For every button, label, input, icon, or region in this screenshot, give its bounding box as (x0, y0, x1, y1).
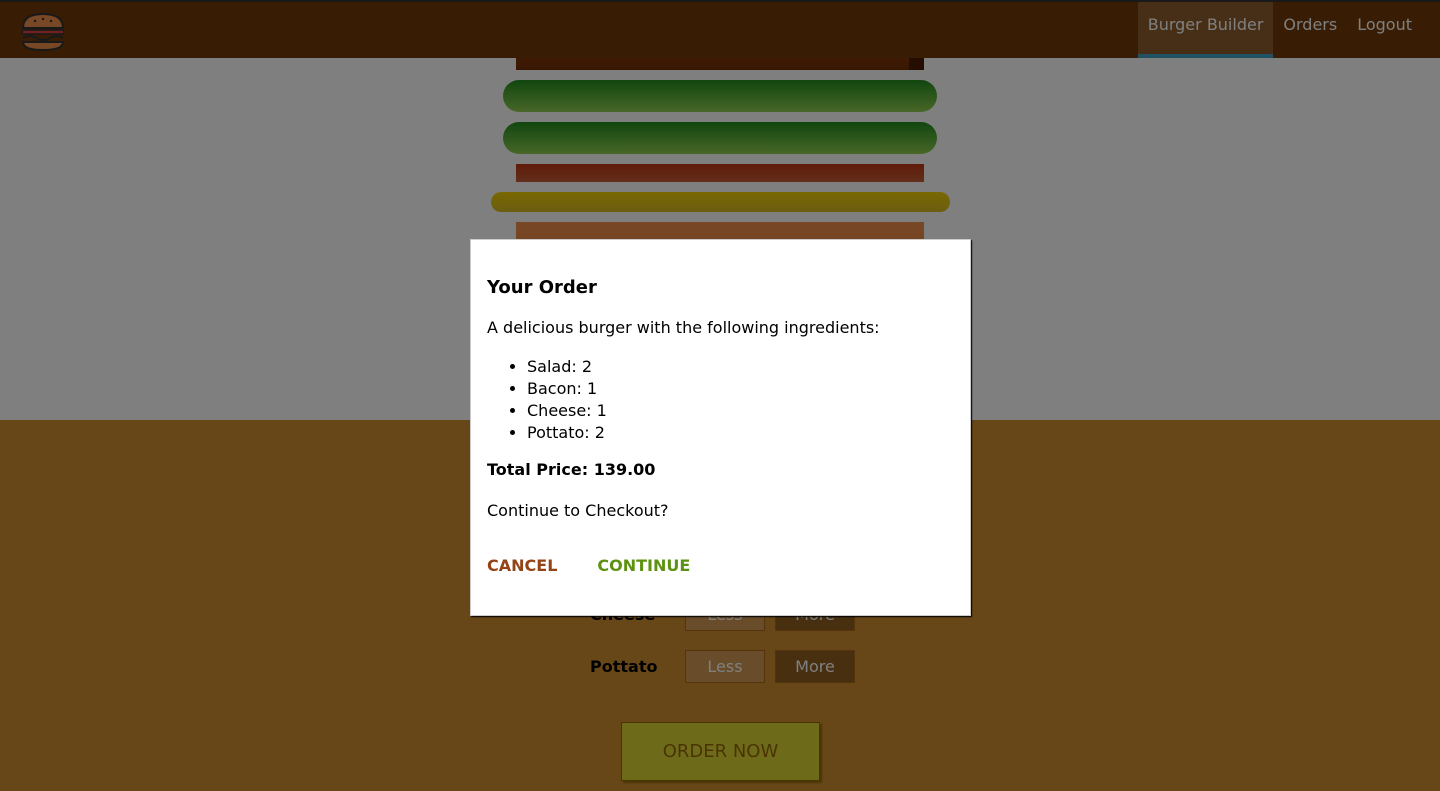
checkout-question: Continue to Checkout? (487, 501, 669, 520)
ingredient-item: Bacon: 1 (527, 378, 954, 400)
modal-actions: CANCEL CONTINUE (487, 556, 954, 575)
order-summary-modal: Your Order A delicious burger with the f… (470, 239, 971, 616)
total-price: Total Price: 139.00 (487, 460, 656, 479)
ingredient-list: Salad: 2 Bacon: 1 Cheese: 1 Pottato: 2 (487, 356, 954, 444)
cancel-button[interactable]: CANCEL (487, 556, 557, 575)
order-intro-text: A delicious burger with the following in… (487, 318, 880, 337)
ingredient-item: Cheese: 1 (527, 400, 954, 422)
ingredient-item: Pottato: 2 (527, 422, 954, 444)
modal-title: Your Order (487, 277, 597, 298)
ingredient-item: Salad: 2 (527, 356, 954, 378)
continue-button[interactable]: CONTINUE (597, 556, 690, 575)
